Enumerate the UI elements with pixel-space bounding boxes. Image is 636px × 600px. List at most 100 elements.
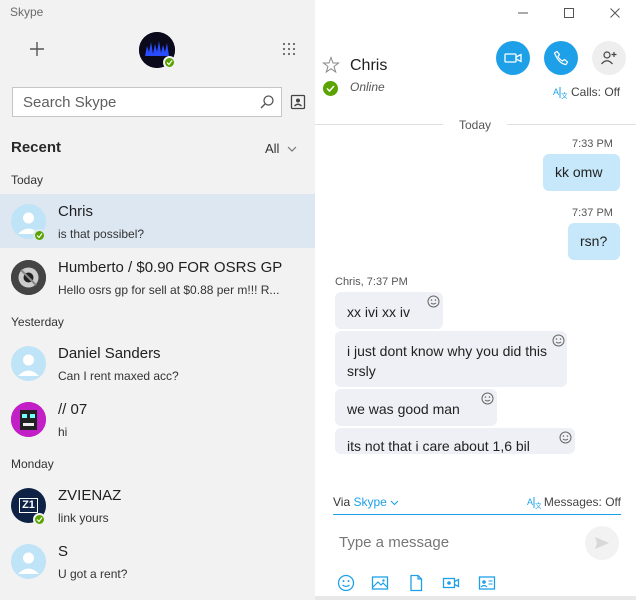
- sidebar: Recent All Today Chris is that possibel?…: [0, 0, 315, 600]
- service-label: Skype: [353, 495, 387, 509]
- svg-text:A: A: [553, 87, 559, 97]
- message-input[interactable]: [333, 528, 573, 556]
- recent-heading: Recent: [11, 139, 62, 156]
- avatar: [11, 346, 46, 381]
- chat-preview: Can I rent maxed acc?: [58, 369, 179, 383]
- outgoing-message[interactable]: kk omw: [543, 154, 620, 191]
- default-avatar-icon: [18, 552, 39, 574]
- video-message-button[interactable]: [442, 574, 460, 592]
- outgoing-message[interactable]: rsn?: [568, 223, 620, 260]
- chat-name: Daniel Sanders: [58, 345, 161, 362]
- grid-dots-icon: [282, 42, 296, 56]
- emoji-icon: [337, 574, 355, 592]
- contact-name[interactable]: Chris: [350, 57, 387, 75]
- day-separator: Today: [458, 118, 492, 132]
- my-status-online-icon: [163, 56, 176, 69]
- smiley-react-icon[interactable]: [552, 334, 565, 347]
- send-contact-button[interactable]: [478, 574, 496, 592]
- chat-preview: is that possibel?: [58, 227, 145, 241]
- contact-status: Online: [350, 80, 385, 94]
- chat-preview: hi: [58, 425, 68, 439]
- avatar: [11, 260, 46, 295]
- chat-name: ZVIENAZ: [58, 487, 122, 504]
- online-status-icon: [323, 81, 338, 96]
- smiley-react-icon[interactable]: [427, 295, 440, 308]
- default-avatar-icon: [18, 354, 39, 376]
- file-icon: [410, 574, 423, 592]
- chat-item-daniel-sanders[interactable]: Daniel Sanders Can I rent maxed acc?: [0, 336, 315, 390]
- messages-label: Messages: Off: [543, 495, 621, 509]
- chat-item-07[interactable]: // 07 hi: [0, 392, 315, 446]
- service-selector[interactable]: Skype: [353, 495, 399, 509]
- audio-call-button[interactable]: [544, 41, 578, 75]
- svg-text:文: 文: [535, 501, 541, 509]
- video-message-icon: [442, 577, 460, 589]
- translate-icon: A文: [553, 87, 567, 99]
- title-bar: Skype: [0, 0, 636, 26]
- svg-text:A: A: [527, 497, 533, 507]
- incoming-message[interactable]: its not that i care about 1,6 bil: [335, 428, 575, 454]
- smiley-react-icon[interactable]: [481, 392, 494, 405]
- image-icon: [371, 576, 389, 590]
- group-label-yesterday: Yesterday: [11, 315, 64, 329]
- chevron-down-icon: [288, 146, 297, 152]
- online-status-icon: [33, 513, 46, 526]
- new-chat-button[interactable]: [26, 38, 48, 60]
- message-timestamp: 7:33 PM: [572, 138, 613, 150]
- smiley-react-icon[interactable]: [559, 431, 572, 444]
- favorite-star-icon[interactable]: [322, 56, 340, 74]
- video-call-button[interactable]: [496, 41, 530, 75]
- chat-item-humberto[interactable]: Humberto / $0.90 FOR OSRS GP Hello osrs …: [0, 250, 315, 304]
- translate-icon: A文: [527, 497, 541, 509]
- dialpad-grid-button[interactable]: [282, 42, 296, 56]
- bottom-edge: [315, 596, 636, 600]
- chat-preview: link yours: [58, 511, 109, 525]
- svg-text:文: 文: [561, 91, 567, 99]
- message-timestamp: 7:37 PM: [572, 207, 613, 219]
- compose-focus-line: [333, 514, 621, 515]
- group-label-today: Today: [11, 173, 44, 187]
- divider: [507, 124, 636, 125]
- sidebar-toolbar: [0, 30, 315, 74]
- message-translator-toggle[interactable]: A文 Messages: Off: [527, 495, 621, 509]
- search-icon[interactable]: [259, 94, 275, 110]
- close-button[interactable]: [592, 0, 636, 26]
- chat-item-zvienaz[interactable]: Z1 ZVIENAZ link yours: [0, 478, 315, 532]
- emoji-button[interactable]: [337, 574, 355, 592]
- profile-picture-icon: [11, 260, 46, 295]
- chat-item-s[interactable]: S U got a rent?: [0, 534, 315, 588]
- add-people-button[interactable]: [592, 41, 626, 75]
- message-sender-time: Chris, 7:37 PM: [335, 276, 408, 288]
- conversation-header: Chris Online A文 Calls: Off: [315, 26, 636, 110]
- profile-picture-icon: [11, 402, 46, 437]
- add-person-icon: [601, 51, 617, 65]
- compose-via-row: Via Skype A文 Messages: Off: [333, 495, 621, 515]
- filter-label: All: [265, 141, 280, 156]
- conversation-pane: Chris Online A文 Calls: Off Today 7:33 PM…: [315, 26, 636, 600]
- contact-card-icon: [478, 576, 496, 590]
- chat-item-chris[interactable]: Chris is that possibel?: [0, 194, 315, 248]
- plus-icon: [30, 42, 44, 56]
- online-status-icon: [33, 229, 46, 242]
- send-button[interactable]: [585, 526, 619, 560]
- chevron-down-icon: [390, 500, 399, 506]
- call-translator-toggle[interactable]: A文 Calls: Off: [553, 85, 620, 99]
- send-icon: [595, 537, 609, 549]
- minimize-button[interactable]: [500, 0, 546, 26]
- calls-label: Calls: Off: [571, 85, 621, 99]
- send-file-button[interactable]: [407, 574, 425, 592]
- chat-name: Chris: [58, 203, 94, 220]
- incoming-message[interactable]: we was good man: [335, 389, 497, 426]
- send-image-button[interactable]: [371, 574, 389, 592]
- chat-name: Humberto / $0.90 FOR OSRS GP: [58, 259, 283, 276]
- via-prefix: Via: [333, 495, 351, 509]
- maximize-button[interactable]: [546, 0, 592, 26]
- contacts-button[interactable]: [290, 94, 306, 110]
- address-book-icon: [290, 94, 306, 110]
- incoming-message[interactable]: i just dont know why you did this srsly: [335, 331, 567, 387]
- maximize-icon: [564, 8, 574, 18]
- chat-filter-dropdown[interactable]: All: [265, 141, 297, 156]
- minimize-icon: [518, 12, 528, 14]
- avatar: [11, 402, 46, 437]
- search-input[interactable]: [13, 88, 253, 116]
